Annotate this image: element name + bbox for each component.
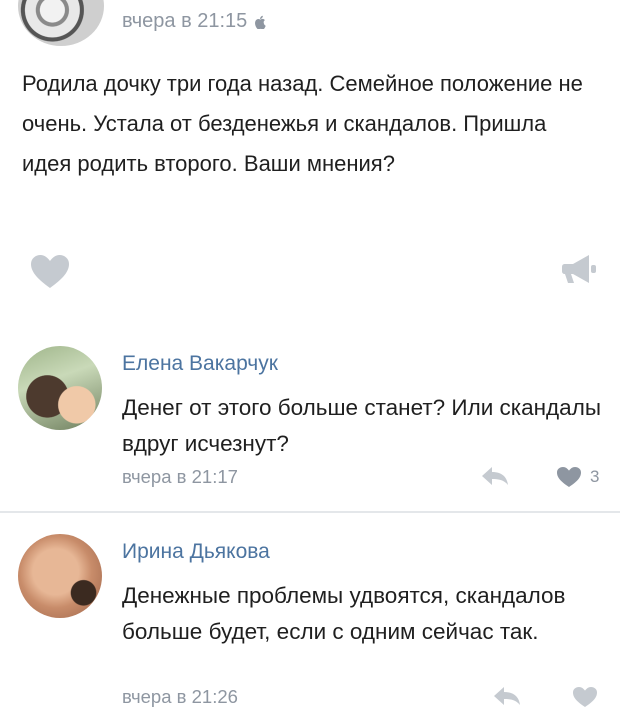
commenter-avatar[interactable] (18, 534, 102, 618)
post-meta: вчера в 21:15 (122, 10, 267, 33)
comment-author-name[interactable]: Елена Вакарчук (122, 352, 278, 376)
heart-icon[interactable] (556, 466, 582, 488)
commenter-avatar[interactable] (18, 346, 102, 430)
heart-icon[interactable] (572, 686, 598, 708)
comment-text: Денежные проблемы удвоятся, скандалов бо… (122, 583, 566, 644)
heart-icon[interactable] (30, 254, 70, 290)
comment-timestamp: вчера в 21:26 (122, 686, 238, 707)
like-count: 3 (590, 467, 600, 486)
comment-timestamp: вчера в 21:17 (122, 466, 238, 487)
comment-author-name[interactable]: Ирина Дьякова (122, 540, 270, 564)
reply-icon[interactable] (492, 685, 522, 707)
comment-divider (0, 511, 620, 513)
post-text: Родила дочку три года назад. Семейное по… (22, 71, 583, 176)
megaphone-icon[interactable] (562, 252, 598, 286)
post-timestamp: вчера в 21:15 (122, 10, 248, 32)
post-actions (0, 250, 620, 294)
apple-icon (255, 15, 267, 29)
post-header: вчера в 21:15 (0, 0, 620, 52)
reply-icon[interactable] (480, 465, 510, 487)
comment-text: Денег от этого больше станет? Или сканда… (122, 395, 601, 456)
post-author-avatar[interactable] (18, 0, 104, 46)
